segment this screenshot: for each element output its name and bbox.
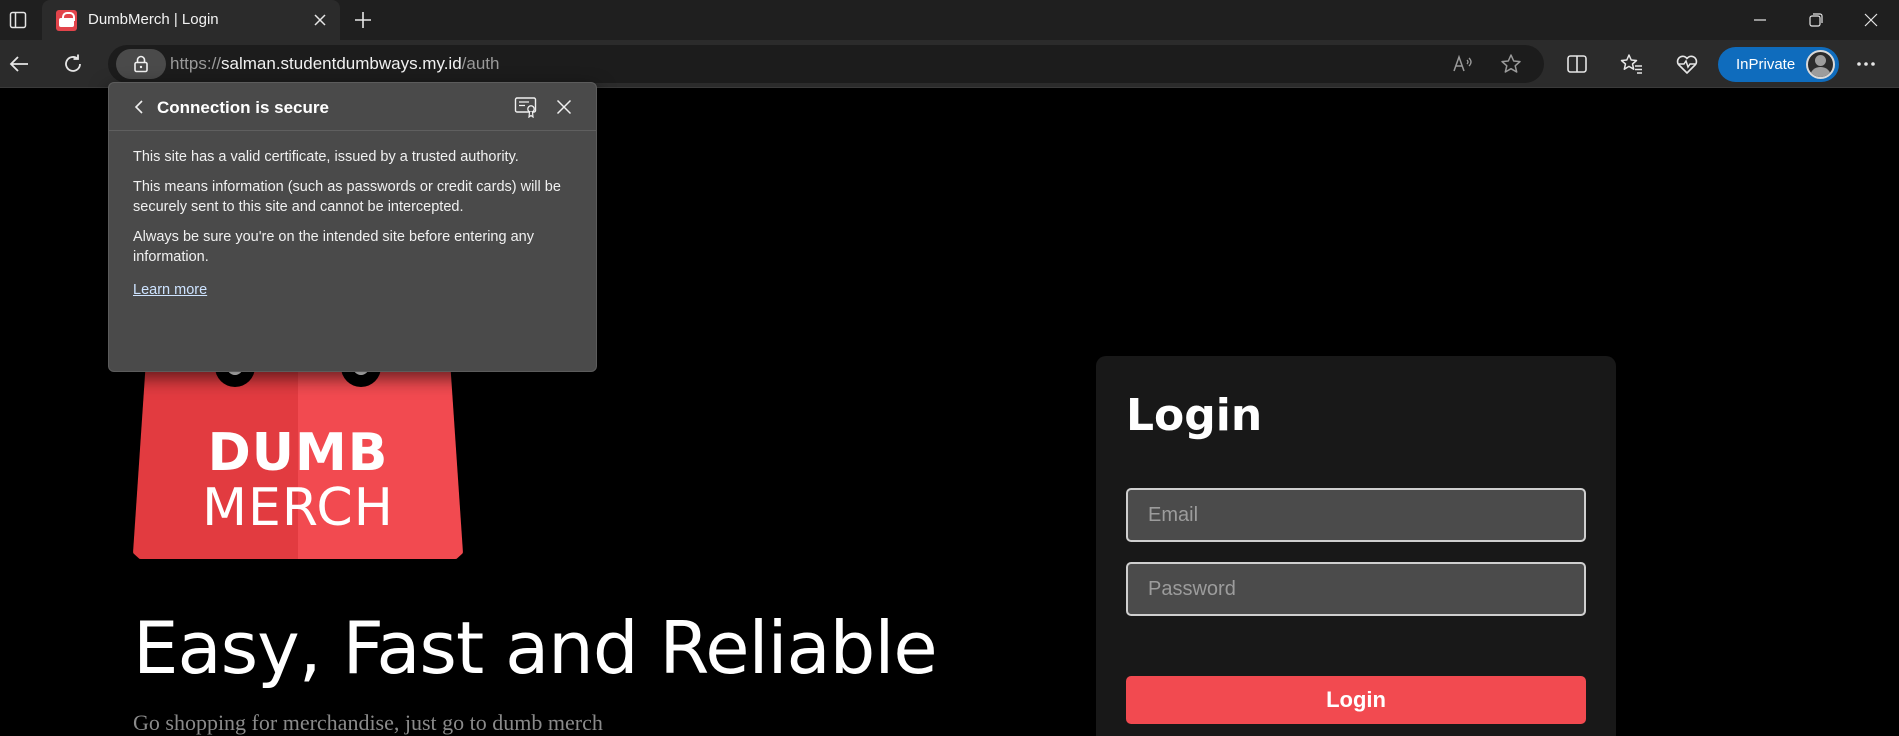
hero-subtitle: Go shopping for merchandise, just go to … — [133, 710, 603, 735]
url-path: /auth — [461, 54, 500, 73]
read-aloud-icon[interactable] — [1446, 48, 1480, 80]
logo-text-merch: MERCH — [202, 478, 394, 538]
profile-avatar-icon — [1806, 50, 1835, 79]
inprivate-button[interactable]: InPrivate — [1718, 47, 1839, 82]
url-scheme: https:// — [170, 54, 222, 73]
sidebar-toggle-icon[interactable] — [4, 6, 32, 34]
browser-toolbar: https://salman.studentdumbways.my.id/aut… — [0, 40, 1899, 88]
popup-title: Connection is secure — [157, 98, 329, 117]
login-card: Login Login — [1096, 356, 1616, 736]
lock-icon[interactable] — [116, 49, 166, 79]
login-title: Login — [1126, 390, 1263, 441]
refresh-icon[interactable] — [56, 48, 90, 80]
tab-title: DumbMerch | Login — [88, 11, 219, 28]
restore-icon[interactable] — [1788, 0, 1844, 40]
dumbmerch-logo: DUMB MERCH — [133, 347, 463, 559]
browser-essentials-heart-icon[interactable] — [1670, 48, 1704, 80]
address-bar[interactable]: https://salman.studentdumbways.my.id/aut… — [108, 45, 1544, 83]
learn-more-link[interactable]: Learn more — [133, 282, 207, 298]
tab-strip: DumbMerch | Login — [0, 0, 1899, 40]
close-popup-icon[interactable] — [552, 95, 576, 119]
hero-title: Easy, Fast and Reliable — [133, 606, 938, 690]
back-arrow-icon[interactable] — [2, 48, 36, 80]
back-chevron-icon[interactable] — [127, 95, 151, 119]
site-info-popup: Connection is secure This site has a val… — [108, 82, 597, 372]
login-submit-button[interactable]: Login — [1126, 676, 1586, 724]
minimize-icon[interactable] — [1732, 0, 1788, 40]
logo-text-dumb: DUMB — [207, 423, 389, 483]
favorites-icon[interactable] — [1615, 48, 1649, 80]
popup-paragraph-secure-info: This means information (such as password… — [133, 179, 561, 215]
popup-header: Connection is secure — [109, 83, 596, 131]
password-input[interactable] — [1126, 562, 1586, 616]
close-window-icon[interactable] — [1843, 0, 1899, 40]
popup-body: This site has a valid certificate, issue… — [133, 147, 581, 277]
close-tab-icon[interactable] — [308, 8, 332, 32]
popup-paragraph-certificate: This site has a valid certificate, issue… — [133, 149, 519, 165]
url-text[interactable]: https://salman.studentdumbways.my.id/aut… — [170, 54, 499, 74]
favorite-star-icon[interactable] — [1494, 48, 1528, 80]
more-options-icon[interactable] — [1849, 48, 1883, 80]
tab-active[interactable]: DumbMerch | Login — [42, 0, 340, 40]
popup-paragraph-intended-site: Always be sure you're on the intended si… — [133, 229, 534, 265]
email-input[interactable] — [1126, 488, 1586, 542]
new-tab-plus-icon[interactable] — [348, 6, 378, 34]
certificate-icon[interactable] — [513, 95, 539, 119]
url-host: salman.studentdumbways.my.id — [221, 54, 462, 73]
site-favicon-icon — [56, 10, 77, 31]
inprivate-label: InPrivate — [1736, 56, 1796, 73]
split-screen-icon[interactable] — [1560, 48, 1594, 80]
